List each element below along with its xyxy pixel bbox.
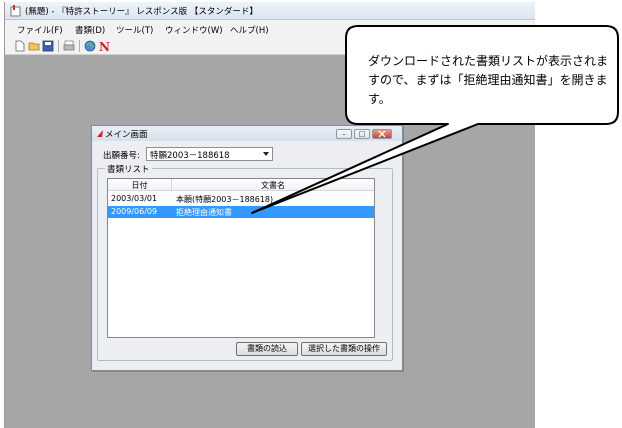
callout-text: ダウンロードされた書類リストが表示されますので、まずは「拒絶理由通知書」を開きま… [368,54,609,106]
